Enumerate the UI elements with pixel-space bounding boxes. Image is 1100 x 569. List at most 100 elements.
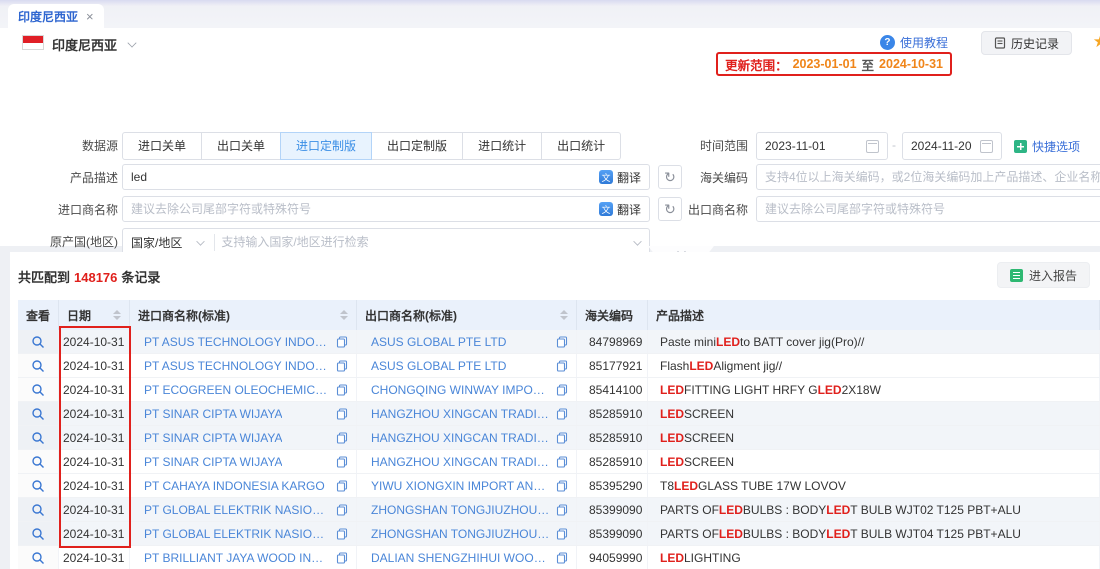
importer-link[interactable]: PT BRILLIANT JAYA WOOD INDUSTRY <box>144 551 330 565</box>
column-header-4[interactable]: 出口商名称(标准) <box>357 300 577 330</box>
view-cell[interactable] <box>18 402 59 425</box>
hs-code-field[interactable] <box>756 164 1100 190</box>
exporter-link[interactable]: HANGZHOU XINGCAN TRADING CO LTD <box>371 431 550 445</box>
copy-icon[interactable] <box>336 528 348 540</box>
view-magnifier-icon[interactable] <box>31 407 45 421</box>
exporter-link[interactable]: ZHONGSHAN TONGJIUZHOU INTERNA... <box>371 503 550 517</box>
copy-icon[interactable] <box>556 360 568 372</box>
hs-code-cell: 84798969 <box>577 330 648 353</box>
view-cell[interactable] <box>18 498 59 521</box>
date-from-field[interactable] <box>756 132 888 160</box>
importer-link[interactable]: PT ASUS TECHNOLOGY INDONESIA BA... <box>144 359 330 373</box>
crown-icon[interactable]: ★ <box>1093 32 1100 52</box>
enter-report-button[interactable]: 进入报告 <box>997 262 1090 288</box>
source-tab-2[interactable]: 出口关单 <box>201 132 281 160</box>
exporter-link[interactable]: ASUS GLOBAL PTE LTD <box>371 359 506 373</box>
view-cell[interactable] <box>18 426 59 449</box>
date-to-input[interactable] <box>911 139 974 153</box>
copy-icon[interactable] <box>556 504 568 516</box>
view-magnifier-icon[interactable] <box>31 359 45 373</box>
importer-link[interactable]: PT GLOBAL ELEKTRIK NASIONAL <box>144 503 330 517</box>
view-magnifier-icon[interactable] <box>31 335 45 349</box>
origin-input[interactable] <box>221 235 627 249</box>
copy-icon[interactable] <box>336 504 348 516</box>
view-magnifier-icon[interactable] <box>31 503 45 517</box>
copy-icon[interactable] <box>336 432 348 444</box>
hs-code-cell: 85399090 <box>577 498 648 521</box>
view-cell[interactable] <box>18 546 59 569</box>
copy-icon[interactable] <box>336 384 348 396</box>
exporter-field[interactable] <box>756 196 1100 222</box>
view-cell[interactable] <box>18 354 59 377</box>
copy-icon[interactable] <box>556 408 568 420</box>
importer-link[interactable]: PT GLOBAL ELEKTRIK NASIONAL <box>144 527 330 541</box>
exporter-link[interactable]: YIWU XIONGXIN IMPORT AND EXPORT... <box>371 479 550 493</box>
exporter-link[interactable]: ASUS GLOBAL PTE LTD <box>371 335 506 349</box>
exporter-link[interactable]: ZHONGSHAN TONGJIUZHOU INTERNA... <box>371 527 550 541</box>
copy-icon[interactable] <box>556 336 568 348</box>
view-magnifier-icon[interactable] <box>31 383 45 397</box>
copy-icon[interactable] <box>556 456 568 468</box>
importer-link[interactable]: PT SINAR CIPTA WIJAYA <box>144 407 282 421</box>
date-cell: 2024-10-31 <box>59 378 130 401</box>
view-cell[interactable] <box>18 474 59 497</box>
source-tab-3[interactable]: 进口定制版 <box>280 132 372 160</box>
sort-icon[interactable] <box>340 310 348 320</box>
sort-icon[interactable] <box>560 310 568 320</box>
close-icon[interactable]: × <box>86 9 94 24</box>
copy-icon[interactable] <box>336 408 348 420</box>
copy-icon[interactable] <box>336 336 348 348</box>
copy-icon[interactable] <box>336 480 348 492</box>
copy-icon[interactable] <box>556 480 568 492</box>
source-tab-6[interactable]: 出口统计 <box>541 132 621 160</box>
importer-link[interactable]: PT ASUS TECHNOLOGY INDONESIA BA... <box>144 335 330 349</box>
table-row: 2024-10-31PT SINAR CIPTA WIJAYAHANGZHOU … <box>18 450 1100 474</box>
product-desc-field[interactable]: 文 翻译 <box>122 164 650 190</box>
copy-icon[interactable] <box>556 552 568 564</box>
view-magnifier-icon[interactable] <box>31 551 45 565</box>
view-magnifier-icon[interactable] <box>31 479 45 493</box>
importer-link[interactable]: PT SINAR CIPTA WIJAYA <box>144 431 282 445</box>
date-from-input[interactable] <box>765 139 860 153</box>
exporter-link[interactable]: DALIAN SHENGZHIHUI WOOD INDUST... <box>371 551 550 565</box>
view-magnifier-icon[interactable] <box>31 455 45 469</box>
tab-indonesia[interactable]: 印度尼西亚 × <box>8 4 104 28</box>
copy-icon[interactable] <box>336 456 348 468</box>
origin-select[interactable]: 国家/地区 <box>131 234 215 251</box>
source-tab-5[interactable]: 进口统计 <box>462 132 542 160</box>
exporter-link[interactable]: HANGZHOU XINGCAN TRADING CO LTD <box>371 407 550 421</box>
date-to-field[interactable] <box>902 132 1002 160</box>
importer-link[interactable]: PT ECOGREEN OLEOCHEMICALS <box>144 383 330 397</box>
view-magnifier-icon[interactable] <box>31 527 45 541</box>
source-tab-1[interactable]: 进口关单 <box>122 132 202 160</box>
copy-icon[interactable] <box>556 384 568 396</box>
view-cell[interactable] <box>18 522 59 545</box>
product-desc-input[interactable] <box>131 170 593 184</box>
importer-link[interactable]: PT SINAR CIPTA WIJAYA <box>144 455 282 469</box>
importer-field[interactable]: 文 翻译 <box>122 196 650 222</box>
chevron-down-icon[interactable] <box>128 39 137 48</box>
copy-icon[interactable] <box>336 360 348 372</box>
view-cell[interactable] <box>18 450 59 473</box>
copy-icon[interactable] <box>556 528 568 540</box>
exporter-input[interactable] <box>765 202 1100 216</box>
hs-code-input[interactable] <box>765 170 1100 184</box>
table-row: 2024-10-31PT GLOBAL ELEKTRIK NASIONALZHO… <box>18 498 1100 522</box>
exporter-link[interactable]: HANGZHOU XINGCAN TRADING CO LTD <box>371 455 550 469</box>
quick-options-label: 快捷选项 <box>1032 138 1080 155</box>
exporter-link[interactable]: CHONGQING WINWAY IMPORT AND E... <box>371 383 550 397</box>
source-tab-4[interactable]: 出口定制版 <box>371 132 463 160</box>
tutorial-link[interactable]: ? 使用教程 <box>880 34 948 51</box>
column-header-2[interactable]: 日期 <box>59 300 130 330</box>
copy-icon[interactable] <box>336 552 348 564</box>
importer-link[interactable]: PT CAHAYA INDONESIA KARGO <box>144 479 325 493</box>
quick-options-link[interactable]: 快捷选项 <box>1014 138 1080 155</box>
view-cell[interactable] <box>18 330 59 353</box>
copy-icon[interactable] <box>556 432 568 444</box>
view-magnifier-icon[interactable] <box>31 431 45 445</box>
view-cell[interactable] <box>18 378 59 401</box>
sort-icon[interactable] <box>113 310 121 320</box>
history-button[interactable]: 历史记录 <box>981 31 1072 55</box>
column-header-3[interactable]: 进口商名称(标准) <box>130 300 357 330</box>
importer-input[interactable] <box>131 202 593 216</box>
